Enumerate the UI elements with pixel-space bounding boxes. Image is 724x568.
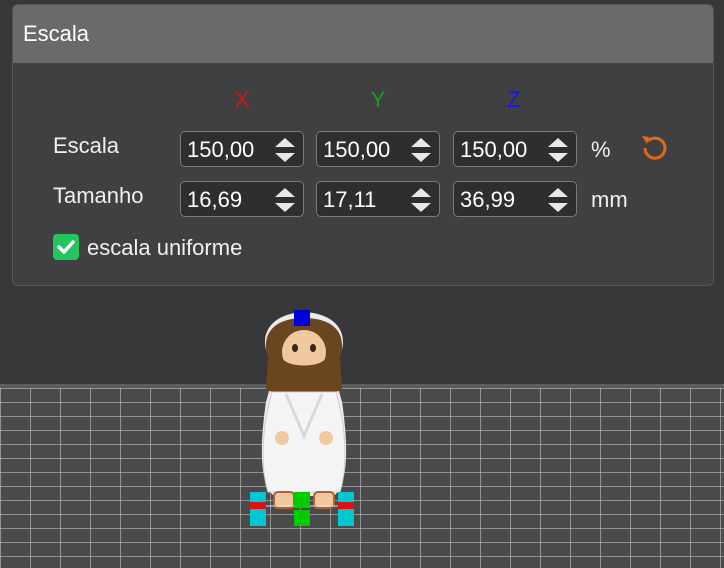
axis-y-label: Y <box>370 87 386 112</box>
size-x-value: 16,69 <box>187 187 243 212</box>
scale-row-label: Escala <box>53 133 120 158</box>
scale-panel: Escala X Y Z Escala 150,00 150,00 150,00… <box>12 4 714 286</box>
spin-arrows-icon[interactable] <box>409 185 433 215</box>
axis-z-label: Z <box>507 87 521 112</box>
spin-arrows-icon[interactable] <box>546 185 570 215</box>
checkmark-icon <box>57 240 75 254</box>
scale-x-input[interactable]: 150,00 <box>180 131 304 167</box>
build-plate[interactable] <box>0 388 724 568</box>
size-row-label: Tamanho <box>53 183 144 208</box>
figurine-model[interactable] <box>246 306 362 534</box>
size-z-input[interactable]: 36,99 <box>453 181 577 217</box>
axis-x-label: X <box>234 87 250 112</box>
scale-z-input[interactable]: 150,00 <box>453 131 577 167</box>
size-y-value: 17,11 <box>323 187 377 212</box>
uniform-scale-label: escala uniforme <box>87 235 243 260</box>
size-y-input[interactable]: 17,11 <box>316 181 440 217</box>
scale-z-value: 150,00 <box>460 137 528 162</box>
size-unit: mm <box>591 187 628 212</box>
scale-y-input[interactable]: 150,00 <box>316 131 440 167</box>
scale-y-value: 150,00 <box>323 137 391 162</box>
x-scale-handle-left <box>250 502 266 509</box>
spin-arrows-icon[interactable] <box>273 185 297 215</box>
size-x-input[interactable]: 16,69 <box>180 181 304 217</box>
reset-rotate-icon[interactable] <box>637 131 671 165</box>
scale-unit: % <box>591 137 611 162</box>
scale-x-value: 150,00 <box>187 137 255 162</box>
panel-title: Escala <box>13 5 713 63</box>
spin-arrows-icon[interactable] <box>273 135 297 165</box>
y-scale-handle-top <box>294 492 310 508</box>
y-scale-handle-bottom <box>294 510 310 526</box>
z-scale-handle <box>294 310 310 326</box>
uniform-scale-checkbox[interactable] <box>53 234 79 260</box>
spin-arrows-icon[interactable] <box>546 135 570 165</box>
x-scale-handle-right <box>338 502 354 509</box>
spin-arrows-icon[interactable] <box>409 135 433 165</box>
size-z-value: 36,99 <box>460 187 516 212</box>
